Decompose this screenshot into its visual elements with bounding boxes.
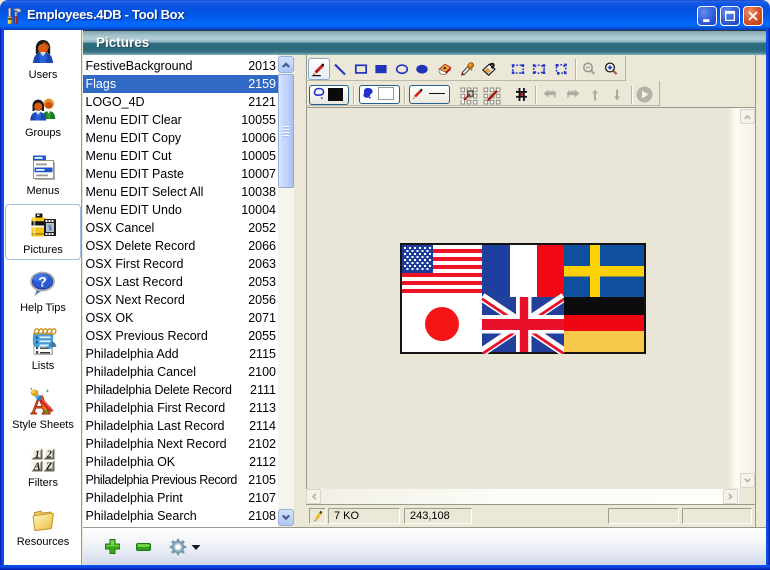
svg-text:Z: Z (45, 461, 52, 472)
svg-text:?: ? (38, 274, 47, 290)
svg-text:A: A (33, 461, 41, 472)
svg-text:1: 1 (35, 449, 40, 460)
svg-text:2: 2 (46, 449, 52, 460)
